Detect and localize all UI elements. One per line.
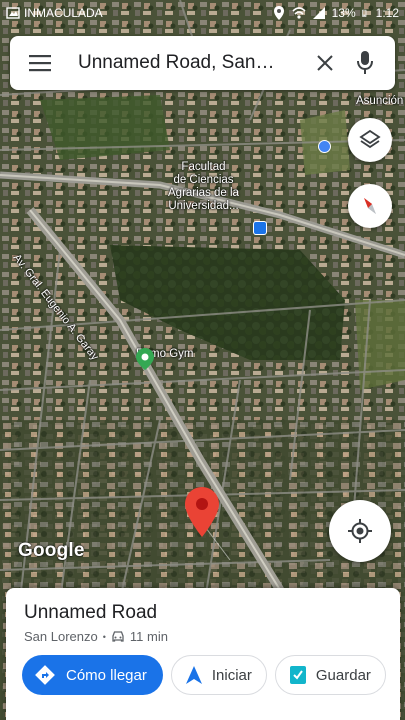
place-sheet[interactable]: Unnamed Road San Lorenzo • 11 min Cómo l… [6,588,400,720]
search-bar[interactable]: Unnamed Road, San… [10,36,395,90]
map-label-asuncion[interactable]: Asunción [356,95,403,108]
transit-icon[interactable] [253,221,267,235]
dropped-pin-icon[interactable] [185,487,219,537]
carrier-info: INMACULADA [6,6,103,20]
car-icon [112,631,124,642]
image-notification-icon [6,7,20,19]
status-right: 13% 1:12 [272,6,399,20]
navigation-arrow-icon [185,666,202,684]
clear-search-button[interactable] [305,43,345,83]
microphone-icon [357,51,373,74]
crosshair-icon [348,519,372,543]
maps-screen: Facultad de Ciencias Agrarias de la Univ… [0,0,405,720]
status-bar: INMACULADA 13% 1:12 [0,0,405,26]
bookmark-icon [289,666,306,684]
location-icon [273,6,284,20]
menu-button[interactable] [26,49,54,77]
search-query[interactable]: Unnamed Road, San… [78,52,305,74]
gym-pin-icon [136,348,154,370]
action-chips: Cómo llegar Iniciar Guardar [22,655,405,695]
directions-button[interactable]: Cómo llegar [22,655,163,695]
voice-search-button[interactable] [345,43,385,83]
compass-button[interactable] [348,184,392,228]
poi-marker-icon[interactable] [318,140,331,153]
directions-label: Cómo llegar [66,666,147,684]
wifi-icon [292,7,306,19]
carrier-name: INMACULADA [24,6,103,20]
separator-dot: • [102,631,106,642]
start-button[interactable]: Iniciar [170,655,267,695]
place-title: Unnamed Road [24,602,158,623]
place-locality: San Lorenzo [24,629,98,644]
layers-icon [359,129,381,149]
start-label: Iniciar [211,666,252,684]
battery-icon [361,9,366,17]
clock: 1:12 [375,6,399,20]
save-button[interactable]: Guardar [274,655,386,695]
battery-percent: 13% [331,6,356,20]
poi-gym[interactable]: Ritmo Gym [136,348,194,370]
signal-icon [312,7,325,19]
save-label: Guardar [315,666,371,684]
drive-time: 11 min [129,629,168,644]
close-icon [317,55,333,71]
hamburger-menu-icon [29,55,51,72]
map-label-facultad[interactable]: Facultad de Ciencias Agrarias de la Univ… [168,161,239,213]
compass-icon [364,198,376,214]
my-location-button[interactable] [329,500,391,562]
directions-icon [35,665,55,685]
place-subtitle: San Lorenzo • 11 min [24,629,168,644]
layers-button[interactable] [348,118,392,162]
google-attribution: Google [18,540,85,561]
